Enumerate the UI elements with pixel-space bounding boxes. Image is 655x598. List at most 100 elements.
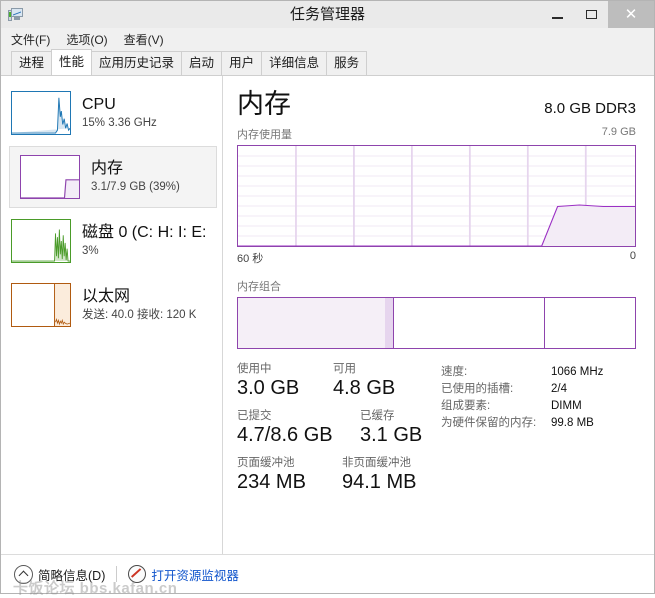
content-area: CPU 15% 3.36 GHz 内存 3.1/7.9 GB (39%) 磁盘 … — [1, 76, 654, 554]
stat-committed: 已提交 4.7/8.6 GB — [237, 409, 360, 447]
memory-statistics: 使用中 3.0 GB 可用 4.8 GB 已提交 4.7/8.6 GB 已缓存 … — [237, 362, 636, 503]
tab-services[interactable]: 服务 — [326, 51, 368, 75]
kv-hardware-reserved-key: 为硬件保留的内存: — [441, 417, 537, 429]
tab-processes[interactable]: 进程 — [11, 51, 53, 75]
memory-usage-label: 内存使用量 — [237, 129, 292, 141]
memory-composition-bar[interactable] — [237, 297, 636, 349]
composition-segment-modified — [384, 298, 393, 348]
memory-thumbnail-graph — [20, 155, 80, 199]
status-bar: 简略信息(D) 打开资源监视器 卡饭论坛 bbs.kafan.cn — [1, 554, 654, 597]
stat-cached: 已缓存 3.1 GB — [360, 409, 422, 447]
memory-labels: 内存 3.1/7.9 GB (39%) — [91, 159, 180, 195]
memory-title: 内存 — [91, 160, 124, 177]
stat-in-use: 使用中 3.0 GB — [237, 362, 333, 400]
kv-slots-used: 已使用的插槽: 2/4 — [441, 381, 636, 398]
cpu-subtitle: 15% 3.36 GHz — [82, 117, 157, 129]
stat-available: 可用 4.8 GB — [333, 362, 395, 400]
menu-item-options[interactable]: 选项(O) — [66, 31, 107, 48]
chevron-up-icon — [14, 564, 33, 584]
disk-labels: 磁盘 0 (C: H: I: E: 3% — [82, 223, 206, 259]
cpu-labels: CPU 15% 3.36 GHz — [82, 95, 157, 131]
disk-thumbnail-graph — [11, 219, 71, 263]
kv-slots-used-key: 已使用的插槽: — [441, 383, 514, 395]
composition-segment-in-use — [238, 298, 385, 348]
tab-performance[interactable]: 性能 — [51, 49, 93, 75]
memory-hardware-summary: 8.0 GB DDR3 — [544, 100, 636, 117]
tab-bar: 进程 性能 应用历史记录 启动 用户 详细信息 服务 — [1, 49, 654, 76]
open-resource-monitor-link[interactable]: 打开资源监视器 — [128, 565, 239, 584]
memory-detail-panel: 内存 8.0 GB DDR3 内存使用量 7.9 GB 60 秒 0 内存组合 … — [223, 76, 654, 554]
kv-speed-value: 1066 MHz — [551, 366, 604, 378]
sidebar-item-ethernet[interactable]: 以太网 发送: 40.0 接收: 120 K — [1, 274, 222, 336]
menu-bar: 文件(F) 选项(O) 查看(V) — [1, 28, 654, 50]
cpu-title: CPU — [82, 96, 116, 113]
stat-cached-label: 已缓存 — [360, 410, 395, 422]
tab-startup[interactable]: 启动 — [181, 51, 223, 75]
cpu-thumbnail-graph — [11, 91, 71, 135]
stat-nonpaged-pool-label: 非页面缓冲池 — [342, 457, 411, 469]
memory-usage-graph — [237, 145, 636, 247]
minimize-button[interactable] — [540, 1, 574, 28]
resource-monitor-icon — [128, 565, 147, 583]
kv-form-factor-value: DIMM — [551, 400, 582, 412]
close-button[interactable]: ✕ — [608, 1, 654, 28]
disk-title: 磁盘 0 (C: H: I: E: — [82, 224, 207, 241]
sidebar-item-memory[interactable]: 内存 3.1/7.9 GB (39%) — [9, 146, 217, 208]
stat-in-use-label: 使用中 — [237, 363, 272, 375]
stat-in-use-value: 3.0 GB — [237, 377, 300, 399]
tab-users[interactable]: 用户 — [221, 51, 263, 75]
stat-row-3: 页面缓冲池 234 MB 非页面缓冲池 94.1 MB — [237, 456, 437, 494]
memory-header: 内存 8.0 GB DDR3 — [237, 88, 636, 120]
kv-hardware-reserved: 为硬件保留的内存: 99.8 MB — [441, 415, 636, 432]
window-controls: ✕ — [540, 1, 654, 28]
menu-item-view[interactable]: 查看(V) — [124, 31, 164, 48]
graph-axis-right: 0 — [629, 250, 636, 262]
memory-stats-right: 速度: 1066 MHz 已使用的插槽: 2/4 组成要素: DIMM 为硬件保… — [437, 362, 636, 503]
kv-speed: 速度: 1066 MHz — [441, 364, 636, 381]
graph-axis-left: 60 秒 — [237, 253, 264, 265]
stat-nonpaged-pool-value: 94.1 MB — [342, 471, 417, 493]
stat-available-label: 可用 — [333, 363, 356, 375]
ethernet-labels: 以太网 发送: 40.0 接收: 120 K — [82, 287, 196, 323]
memory-usage-graph-labels: 内存使用量 7.9 GB — [237, 126, 636, 142]
ethernet-subtitle: 发送: 40.0 接收: 120 K — [82, 309, 197, 321]
stat-available-value: 4.8 GB — [333, 377, 396, 399]
composition-segment-standby — [392, 298, 544, 348]
stat-row-2: 已提交 4.7/8.6 GB 已缓存 3.1 GB — [237, 409, 437, 447]
kv-form-factor: 组成要素: DIMM — [441, 398, 636, 415]
taskmanager-icon — [8, 7, 24, 23]
kv-form-factor-key: 组成要素: — [441, 400, 491, 412]
ethernet-thumbnail-graph — [11, 283, 71, 327]
task-manager-window: 任务管理器 ✕ 文件(F) 选项(O) 查看(V) 进程 性能 应用历史记录 启… — [0, 0, 655, 597]
memory-usage-chart — [238, 146, 635, 246]
fewer-details-button[interactable]: 简略信息(D) — [14, 564, 106, 584]
stat-paged-pool-value: 234 MB — [237, 471, 306, 493]
sidebar-item-cpu[interactable]: CPU 15% 3.36 GHz — [1, 82, 222, 144]
tab-app-history[interactable]: 应用历史记录 — [91, 51, 183, 75]
menu-item-file[interactable]: 文件(F) — [11, 31, 50, 48]
stat-nonpaged-pool: 非页面缓冲池 94.1 MB — [342, 456, 416, 494]
stat-cached-value: 3.1 GB — [360, 424, 423, 446]
stat-committed-label: 已提交 — [237, 410, 272, 422]
kv-speed-key: 速度: — [441, 366, 468, 378]
resource-monitor-label: 打开资源监视器 — [151, 568, 239, 583]
memory-stats-left: 使用中 3.0 GB 可用 4.8 GB 已提交 4.7/8.6 GB 已缓存 … — [237, 362, 437, 503]
memory-graph-axis: 60 秒 0 — [237, 250, 636, 266]
fewer-details-label: 简略信息(D) — [38, 568, 106, 583]
performance-sidebar: CPU 15% 3.36 GHz 内存 3.1/7.9 GB (39%) 磁盘 … — [1, 76, 223, 554]
stat-row-1: 使用中 3.0 GB 可用 4.8 GB — [237, 362, 437, 400]
stat-paged-pool-label: 页面缓冲池 — [237, 457, 295, 469]
memory-subtitle: 3.1/7.9 GB (39%) — [91, 181, 180, 193]
sidebar-item-disk-0[interactable]: 磁盘 0 (C: H: I: E: 3% — [1, 210, 222, 272]
memory-composition-label: 内存组合 — [237, 281, 281, 293]
kv-slots-used-value: 2/4 — [551, 383, 567, 395]
page-title: 内存 — [237, 89, 291, 119]
stat-committed-value: 4.7/8.6 GB — [237, 424, 333, 446]
tab-details[interactable]: 详细信息 — [261, 51, 328, 75]
memory-usage-max-label: 7.9 GB — [601, 126, 636, 138]
disk-subtitle: 3% — [82, 245, 99, 257]
composition-segment-free — [543, 298, 635, 348]
ethernet-title: 以太网 — [82, 288, 131, 305]
footer-divider — [116, 566, 118, 582]
maximize-button[interactable] — [574, 1, 608, 28]
